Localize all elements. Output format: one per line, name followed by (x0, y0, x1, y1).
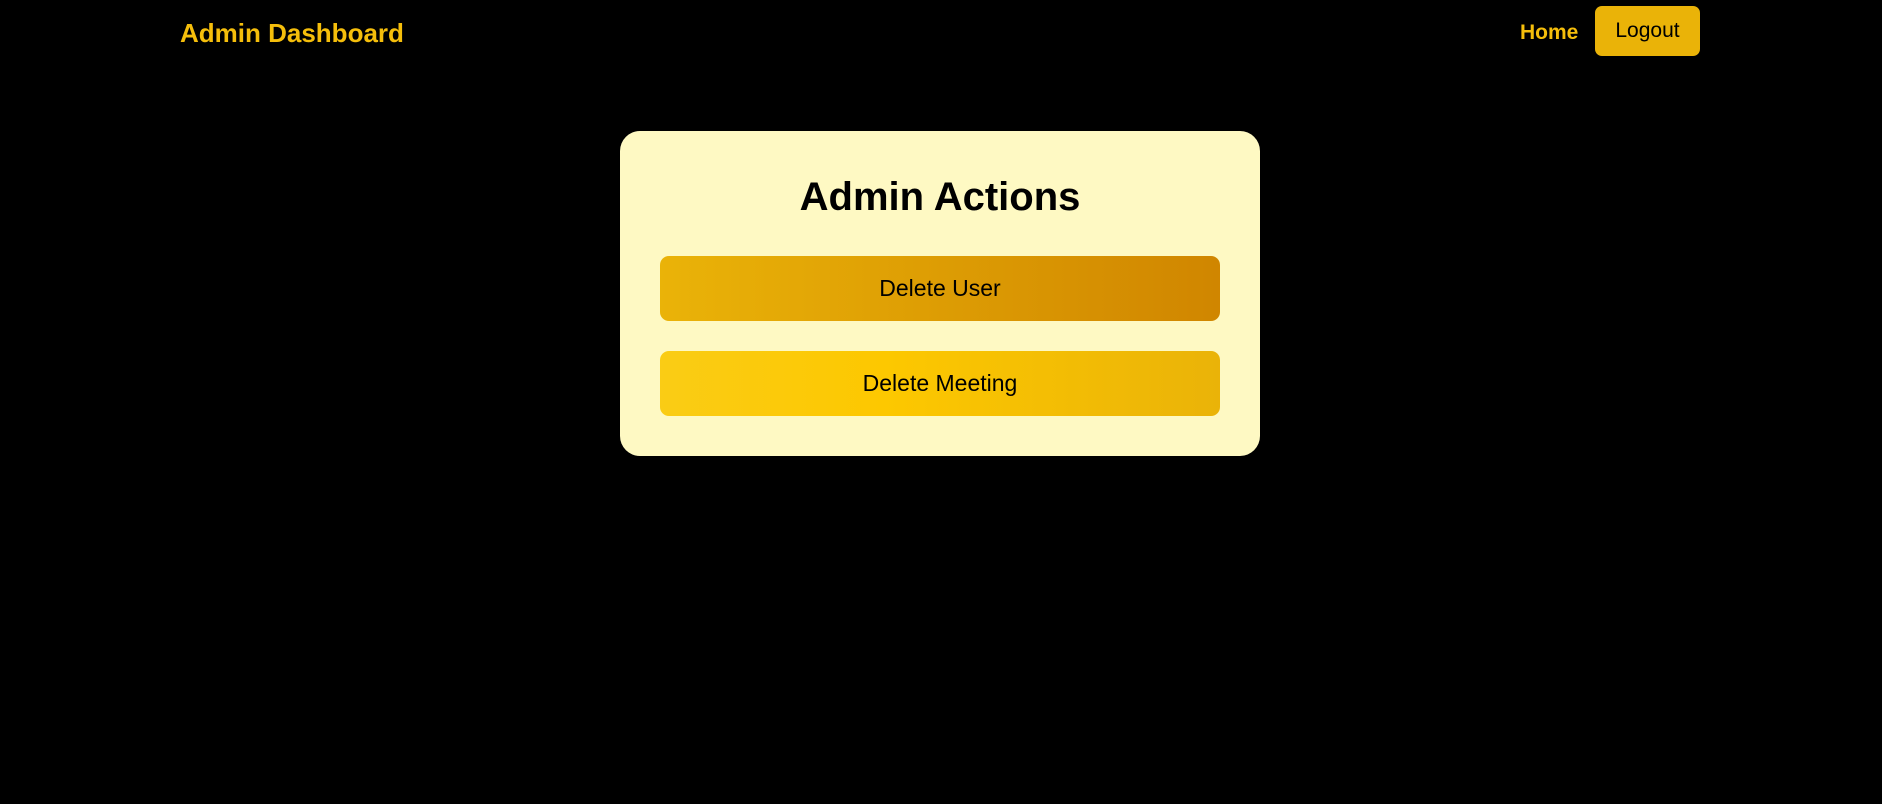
brand-title: Admin Dashboard (180, 18, 404, 48)
admin-actions-card: Admin Actions Delete User Delete Meeting (620, 131, 1260, 456)
delete-meeting-button[interactable]: Delete Meeting (660, 351, 1220, 416)
card-title: Admin Actions (799, 175, 1081, 219)
logout-button[interactable]: Logout (1595, 6, 1700, 56)
home-link[interactable]: Home (1520, 19, 1578, 47)
navbar: Admin Dashboard Home Logout (0, 0, 1882, 64)
delete-user-button[interactable]: Delete User (660, 256, 1220, 321)
